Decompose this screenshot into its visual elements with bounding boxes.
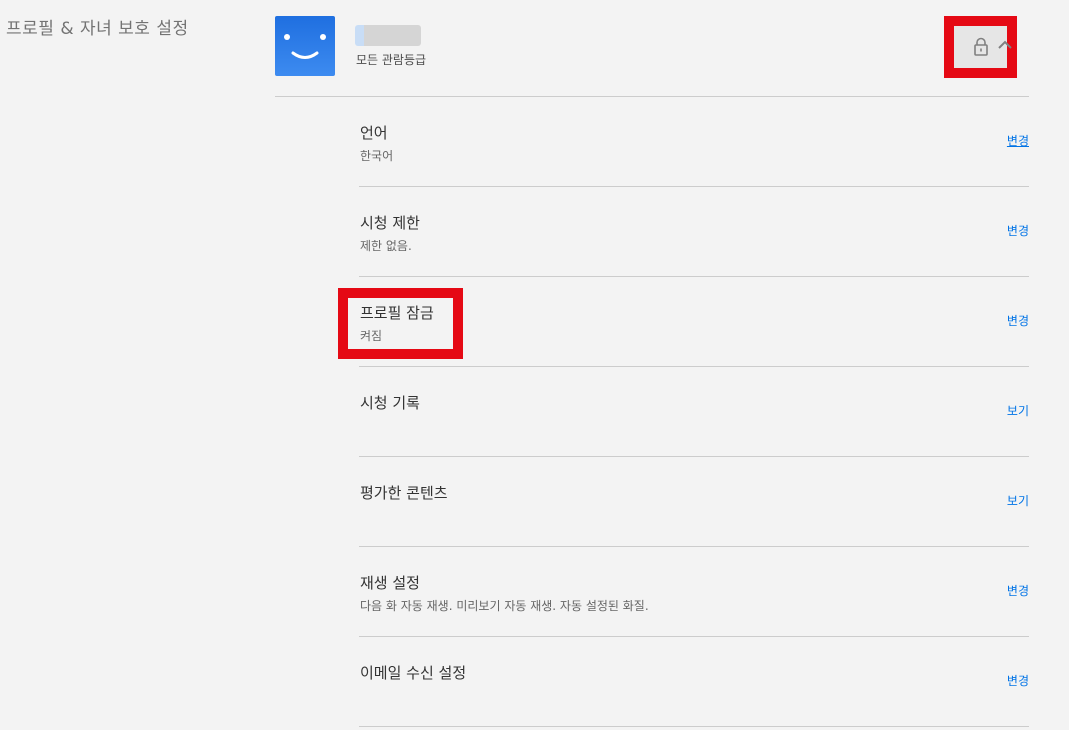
setting-row-ratings: 평가한 콘텐츠 보기 — [359, 457, 1029, 547]
chevron-up-icon[interactable] — [998, 40, 1012, 50]
change-language-link[interactable]: 변경 — [1007, 132, 1029, 149]
change-playback-link[interactable]: 변경 — [1007, 582, 1029, 599]
setting-row-playback: 재생 설정 다음 화 자동 재생. 미리보기 자동 재생. 자동 설정된 화질.… — [359, 547, 1029, 637]
view-ratings-link[interactable]: 보기 — [1007, 492, 1029, 509]
setting-row-email: 이메일 수신 설정 변경 — [359, 637, 1029, 727]
setting-desc: 다음 화 자동 재생. 미리보기 자동 재생. 자동 설정된 화질. — [360, 599, 649, 613]
setting-title: 시청 제한 — [360, 214, 420, 232]
setting-row-viewing-activity: 시청 기록 보기 — [359, 367, 1029, 457]
change-email-link[interactable]: 변경 — [1007, 672, 1029, 689]
lock-icon — [973, 37, 988, 56]
setting-title: 언어 — [360, 124, 388, 142]
view-activity-link[interactable]: 보기 — [1007, 402, 1029, 419]
setting-desc: 켜짐 — [360, 329, 383, 343]
setting-desc: 제한 없음. — [360, 239, 412, 253]
profile-avatar — [275, 16, 335, 76]
profile-rating: 모든 관람등급 — [356, 53, 427, 67]
settings-list: 언어 한국어 변경 시청 제한 제한 없음. 변경 프로필 잠금 켜짐 변경 시… — [338, 97, 1029, 727]
setting-title: 이메일 수신 설정 — [360, 664, 467, 682]
smiley-face-icon — [284, 34, 326, 59]
setting-title: 시청 기록 — [360, 394, 420, 412]
section-title: 프로필 & 자녀 보호 설정 — [6, 19, 189, 39]
setting-title: 평가한 콘텐츠 — [360, 484, 448, 502]
profile-name — [355, 25, 421, 46]
profile-lock-highlight-box — [338, 288, 463, 359]
setting-title: 프로필 잠금 — [360, 304, 434, 322]
profile-header[interactable]: 모든 관람등급 — [275, 16, 1029, 97]
profile-settings-page: 프로필 & 자녀 보호 설정 모든 관람등급 언어 한국어 변경 시청 제한 제… — [0, 0, 1069, 730]
change-profile-lock-link[interactable]: 변경 — [1007, 312, 1029, 329]
change-restrictions-link[interactable]: 변경 — [1007, 222, 1029, 239]
setting-row-viewing-restrictions: 시청 제한 제한 없음. 변경 — [359, 187, 1029, 277]
setting-row-profile-lock: 프로필 잠금 켜짐 변경 — [338, 277, 1029, 367]
setting-title: 재생 설정 — [360, 574, 420, 592]
setting-row-language: 언어 한국어 변경 — [359, 97, 1029, 187]
setting-desc: 한국어 — [360, 149, 394, 163]
